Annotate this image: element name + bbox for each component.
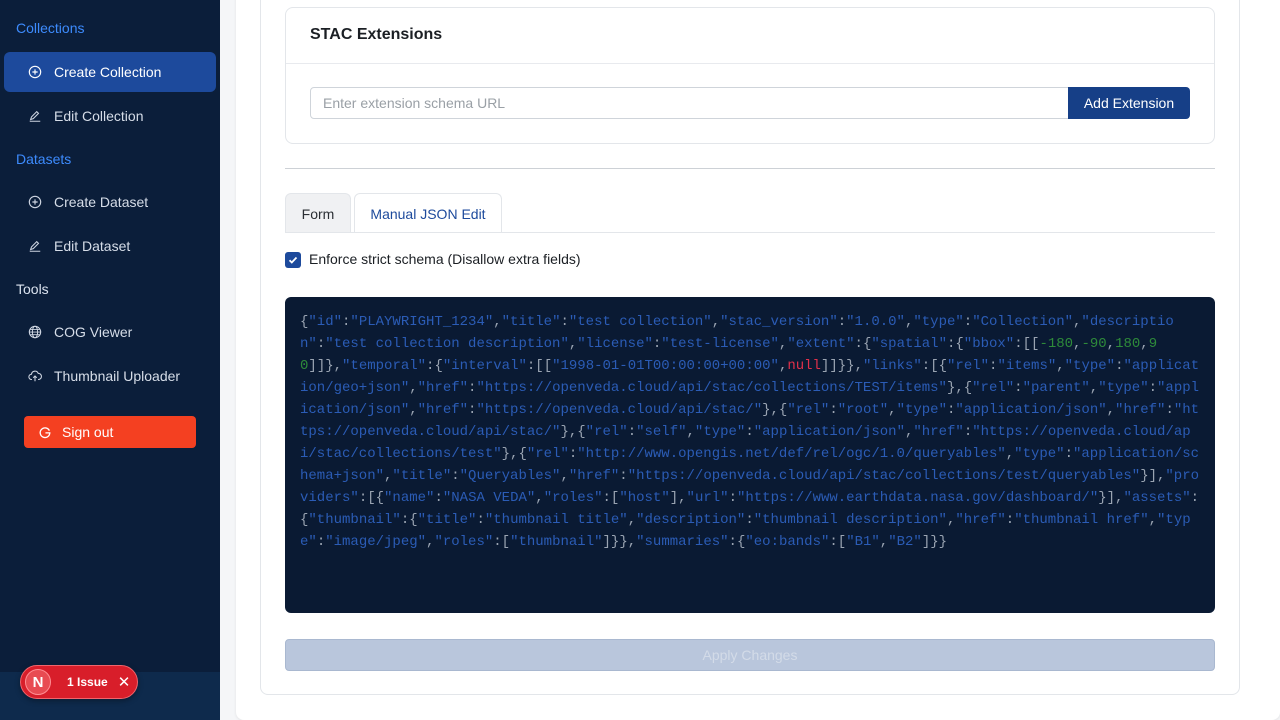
sidebar-item-label: Thumbnail Uploader (54, 368, 181, 384)
tab-underline (285, 232, 1215, 233)
sidebar-item-edit-dataset[interactable]: Edit Dataset (4, 226, 216, 266)
sidebar-item-edit-collection[interactable]: Edit Collection (4, 96, 216, 136)
issues-indicator[interactable]: N 1 Issue ✕ (20, 665, 138, 699)
sidebar-item-label: Edit Dataset (54, 238, 131, 254)
cloud-upload-icon (28, 369, 42, 383)
sidebar-item-label: Create Dataset (54, 194, 149, 210)
section-divider (285, 168, 1215, 169)
issues-count[interactable]: 1 Issue (67, 675, 108, 689)
add-extension-button[interactable]: Add Extension (1068, 87, 1190, 119)
check-icon (288, 256, 298, 264)
datasets-section-title: Datasets (16, 151, 72, 167)
strict-schema-checkbox[interactable] (285, 252, 301, 268)
strict-schema-label: Enforce strict schema (Disallow extra fi… (309, 251, 581, 267)
sign-out-label: Sign out (62, 424, 114, 440)
sidebar: Collections Create Collection Edit Colle… (0, 0, 220, 720)
tools-section-title: Tools (16, 281, 49, 297)
pencil-icon (28, 239, 42, 253)
sidebar-item-label: Create Collection (54, 64, 162, 80)
divider (286, 63, 1214, 64)
sidebar-item-create-dataset[interactable]: Create Dataset (4, 182, 216, 222)
sidebar-item-thumbnail-uploader[interactable]: Thumbnail Uploader (4, 356, 216, 396)
extension-url-input[interactable] (310, 87, 1070, 119)
stac-extensions-title: STAC Extensions (310, 26, 443, 43)
plus-circle-icon (28, 195, 42, 209)
tab-manual-json-edit[interactable]: Manual JSON Edit (354, 193, 502, 233)
json-editor[interactable]: {"id":"PLAYWRIGHT_1234","title":"test co… (285, 297, 1215, 613)
tab-form[interactable]: Form (285, 193, 351, 233)
sidebar-item-label: COG Viewer (54, 324, 133, 340)
sidebar-item-cog-viewer[interactable]: COG Viewer (4, 312, 216, 352)
sign-out-button[interactable]: Sign out (24, 416, 196, 448)
sign-out-icon (38, 425, 62, 439)
close-icon[interactable]: ✕ (118, 673, 131, 691)
collections-section-title: Collections (16, 20, 85, 36)
globe-icon (28, 325, 42, 339)
sidebar-item-label: Edit Collection (54, 108, 144, 124)
plus-circle-icon (28, 65, 42, 79)
json-editor-text[interactable]: {"id":"PLAYWRIGHT_1234","title":"test co… (300, 311, 1200, 553)
nextjs-logo-icon[interactable]: N (25, 669, 51, 695)
sidebar-item-create-collection[interactable]: Create Collection (4, 52, 216, 92)
apply-changes-button[interactable]: Apply Changes (285, 639, 1215, 671)
pencil-icon (28, 109, 42, 123)
